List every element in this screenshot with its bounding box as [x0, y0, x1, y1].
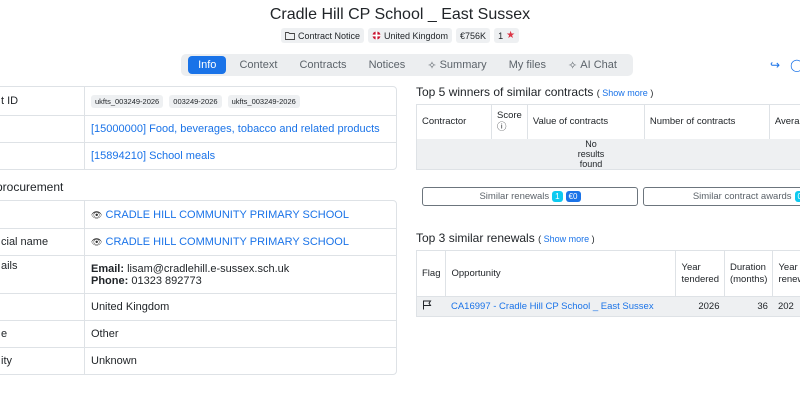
table-header-row: Contractor Score ⓘ Value of contracts Num…: [416, 104, 800, 139]
tab-notices[interactable]: Notices: [360, 56, 415, 74]
detail-key: ails: [0, 256, 85, 293]
table-row[interactable]: CA16997 - Cradle Hill CP School _ East S…: [416, 296, 800, 317]
country-label: United Kingdom: [383, 30, 449, 41]
detail-key: e: [0, 321, 85, 347]
notice-type-badge: Contract Notice: [280, 28, 364, 43]
tab-my-files[interactable]: My files: [500, 56, 555, 74]
tab-context[interactable]: Context: [230, 56, 286, 74]
rating-count: 1: [498, 30, 504, 41]
official-name-link[interactable]: CRADLE HILL COMMUNITY PRIMARY SCHOOL: [106, 236, 349, 248]
renewals-value-badge: €0: [565, 191, 581, 202]
table-header-row: Flag Opportunity Year tendered Duration …: [416, 250, 800, 297]
column-header[interactable]: Year renew: [773, 251, 800, 297]
show-more-link[interactable]: Show more: [544, 234, 590, 244]
detail-row-id: t ID ukfts_003249-2026 003249-2026 ukfts…: [0, 87, 396, 115]
email-label: Email:: [91, 262, 125, 275]
year-tendered: 2026: [675, 296, 725, 317]
winners-table: Contractor Score ⓘ Value of contracts Num…: [416, 104, 800, 170]
year-renewal: 202: [772, 296, 800, 317]
column-header[interactable]: Number of contracts: [644, 104, 770, 139]
tab-bar: Info Context Contracts Notices ✧ Summary …: [181, 54, 633, 76]
opportunity-link[interactable]: CA16997 - Cradle Hill CP School _ East S…: [445, 296, 676, 317]
procurement-row-country: United Kingdom: [0, 293, 396, 320]
column-header[interactable]: Flag: [416, 250, 447, 297]
column-header[interactable]: Opportunity: [445, 250, 677, 297]
tab-summary[interactable]: ✧ Summary: [418, 56, 495, 75]
renewals-count-badge: 1: [552, 191, 563, 202]
uk-flag-icon: [372, 31, 381, 40]
country-badge: United Kingdom: [367, 28, 453, 43]
detail-key: t ID: [0, 87, 85, 115]
cpv-link[interactable]: [15000000] Food, beverages, tobacco and …: [85, 123, 396, 135]
type-value: Other: [91, 328, 119, 340]
detail-key: [0, 143, 85, 169]
share-icon[interactable]: ↪: [770, 58, 780, 72]
column-header[interactable]: Contractor: [416, 104, 492, 139]
activity-value: Unknown: [91, 355, 137, 367]
details-card: t ID ukfts_003249-2026 003249-2026 ukfts…: [0, 86, 397, 170]
id-chip: ukfts_003249-2026: [227, 94, 300, 108]
column-header[interactable]: Score ⓘ: [491, 104, 528, 139]
detail-key: ity: [0, 348, 85, 374]
sparkle-icon: ✧: [427, 59, 437, 72]
phone-label: Phone:: [91, 274, 129, 287]
procurement-row-official-name: cial name 👁 CRADLE HILL COMMUNITY PRIMAR…: [0, 228, 396, 255]
value-badge: €756K: [456, 28, 491, 43]
similar-renewals-button[interactable]: Similar renewals 1 €0: [422, 187, 638, 206]
buyer-icon: 👁: [91, 237, 103, 247]
id-chips: ukfts_003249-2026 003249-2026 ukfts_0032…: [85, 94, 396, 108]
header-badges: Contract Notice United Kingdom €756K 1 ★: [0, 28, 800, 43]
cpv-link[interactable]: [15894210] School meals: [85, 150, 396, 162]
buyer-icon: 👁: [91, 209, 103, 220]
detail-key: cial name: [0, 229, 85, 255]
id-chip: ukfts_003249-2026: [91, 94, 164, 108]
flag-icon[interactable]: [422, 300, 432, 310]
id-chip: 003249-2026: [169, 94, 222, 108]
duration: 36: [724, 296, 773, 317]
tab-ai-chat[interactable]: ✧ AI Chat: [559, 56, 626, 75]
info-icon: ⓘ: [497, 121, 507, 133]
email-value: lisam@cradlehill.e-sussex.sch.uk: [127, 262, 290, 275]
awards-count-badge: 0: [794, 191, 800, 202]
show-more-link[interactable]: Show more: [602, 88, 648, 98]
column-header[interactable]: Value of contracts: [527, 104, 645, 139]
column-header[interactable]: Year tendered: [675, 250, 725, 297]
value-label: €756K: [460, 30, 487, 41]
no-results: No results found: [416, 138, 800, 169]
rating-badge[interactable]: 1 ★: [494, 28, 520, 43]
tab-info[interactable]: Info: [188, 56, 227, 74]
detail-key: [0, 201, 85, 228]
procurement-row-buyer: 👁 CRADLE HILL COMMUNITY PRIMARY SCHOOL: [0, 201, 396, 228]
procurement-row-type: e Other: [0, 320, 396, 347]
column-header[interactable]: Avera: [769, 105, 800, 139]
detail-key: [0, 294, 85, 320]
notice-type-label: Contract Notice: [297, 30, 360, 41]
star-icon: ★: [506, 30, 516, 41]
similar-buttons: Similar renewals 1 €0 Similar contract a…: [422, 187, 800, 206]
similar-awards-button[interactable]: Similar contract awards 0: [643, 187, 800, 206]
country-value: United Kingdom: [91, 301, 170, 313]
header-actions: ↪ ◯: [770, 58, 800, 72]
procurement-row-contact: ails Email: lisam@cradlehill.e-sussex.sc…: [0, 255, 396, 293]
page-title: Cradle Hill CP School _ East Sussex: [269, 6, 531, 23]
comment-icon[interactable]: ◯: [790, 58, 800, 72]
folder-icon: [285, 32, 295, 40]
winners-heading: Top 5 winners of similar contracts ( Sho…: [416, 85, 654, 99]
buyer-link[interactable]: CRADLE HILL COMMUNITY PRIMARY SCHOOL: [106, 209, 349, 221]
table-row: No results found: [416, 138, 800, 169]
detail-row-cpv: [15000000] Food, beverages, tobacco and …: [0, 115, 396, 142]
detail-key: [0, 116, 85, 142]
procurement-card: 👁 CRADLE HILL COMMUNITY PRIMARY SCHOOL c…: [0, 200, 397, 375]
renewals-heading: Top 3 similar renewals ( Show more ): [416, 231, 595, 245]
sparkle-icon: ✧: [568, 59, 578, 72]
procurement-section-title: procurement: [0, 180, 64, 194]
renewals-table: Flag Opportunity Year tendered Duration …: [416, 250, 800, 317]
column-header[interactable]: Duration (months): [724, 250, 774, 297]
phone-value: 01323 892773: [131, 274, 202, 287]
detail-row-cpv-secondary: [15894210] School meals: [0, 142, 396, 169]
procurement-row-activity: ity Unknown: [0, 347, 396, 374]
tab-contracts[interactable]: Contracts: [290, 56, 355, 74]
